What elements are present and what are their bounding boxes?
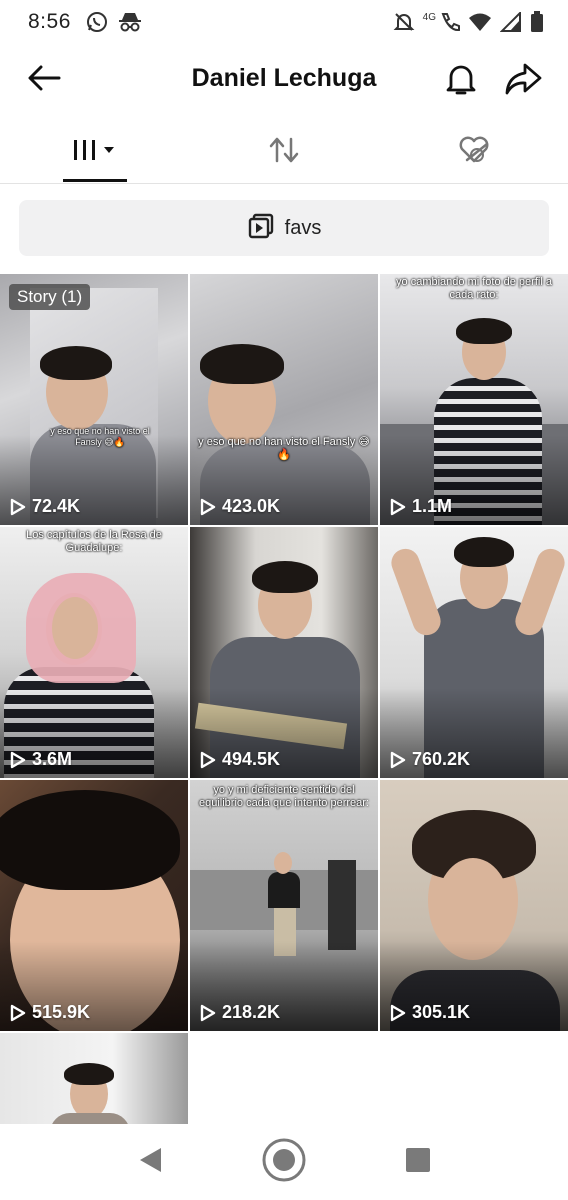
hidden-heart-icon [457,135,491,170]
system-home-button[interactable] [260,1138,308,1186]
notifications-button[interactable] [440,60,482,102]
back-button[interactable] [22,62,66,98]
play-icon [10,498,26,516]
playlist-icon [247,212,275,245]
video-caption: y eso que no han visto el Fansly 😅🔥 [50,426,150,447]
video-tile[interactable]: 515.9K [0,780,188,1031]
triangle-back-icon [137,1146,163,1179]
video-tile[interactable]: y eso que no han visto el Fansly 😅🔥 423.… [190,274,378,525]
video-tile[interactable]: Los capítulos de la Rosa de Guadalupe: 3… [0,527,188,778]
volte-call-icon [438,11,460,33]
square-recents-icon [405,1147,431,1178]
video-caption: y eso que no han visto el Fansly 😅🔥 [198,436,370,461]
signal-icon [500,12,522,32]
video-tile[interactable] [0,1033,188,1124]
video-tile[interactable]: y eso que no han visto el Fansly 😅🔥 Stor… [0,274,188,525]
repost-icon [267,135,301,170]
play-icon [200,498,216,516]
story-badge: Story (1) [9,284,91,310]
whatsapp-icon [85,10,109,34]
tab-videos[interactable] [62,120,128,184]
page-title: Daniel Lechuga [191,64,377,92]
view-count-label: 423.0K [222,496,281,516]
status-time: 8:56 [28,10,71,33]
view-count: 760.2K [390,749,470,770]
play-icon [390,751,406,769]
battery-icon [530,11,544,33]
bell-icon [444,61,478,102]
incognito-icon [117,11,143,33]
playlist-button[interactable]: favs [19,200,549,256]
share-button[interactable] [500,60,546,102]
share-arrow-icon [504,62,542,101]
view-count: 305.1K [390,1002,470,1023]
tab-reposts[interactable] [252,120,316,184]
view-count-label: 3.6M [32,749,73,769]
view-count: 72.4K [10,496,80,517]
view-count-label: 760.2K [412,749,471,769]
video-tile[interactable]: yo cambiando mi foto de perfil a cada ra… [380,274,568,525]
status-bar: 8:56 4G [0,0,568,44]
view-count: 3.6M [10,749,72,770]
play-icon [200,751,216,769]
view-count-label: 494.5K [222,749,281,769]
profile-tabs [0,120,568,184]
view-count-label: 515.9K [32,1002,91,1022]
play-icon [10,1004,26,1022]
view-count-label: 218.2K [222,1002,281,1022]
video-tile[interactable]: 494.5K [190,527,378,778]
view-count: 515.9K [10,1002,90,1023]
play-icon [390,1004,406,1022]
playlist-label: favs [284,216,322,239]
active-tab-indicator [63,179,127,182]
video-caption: Los capítulos de la Rosa de Guadalupe: [26,529,162,554]
wifi-icon [468,12,492,32]
home-circle-icon [261,1137,307,1188]
video-caption: yo cambiando mi foto de perfil a cada ra… [396,276,552,301]
system-recents-button[interactable] [400,1144,436,1180]
grid-lines-dropdown-icon [70,138,120,167]
system-back-button[interactable] [130,1144,170,1180]
back-arrow-icon [27,65,61,96]
system-navigation-bar [0,1124,568,1200]
notifications-muted-icon [393,11,415,33]
view-count: 1.1M [390,496,452,517]
video-tile[interactable]: yo y mi deficiente sentido del equilibri… [190,780,378,1031]
view-count-label: 72.4K [32,496,81,516]
view-count-label: 305.1K [412,1002,471,1022]
tab-liked[interactable] [442,120,506,184]
video-tile[interactable]: 305.1K [380,780,568,1031]
view-count: 218.2K [200,1002,280,1023]
network-label: 4G [422,11,436,23]
view-count: 494.5K [200,749,280,770]
play-icon [200,1004,216,1022]
video-caption: yo y mi deficiente sentido del equilibri… [198,784,369,809]
play-icon [390,498,406,516]
profile-header: Daniel Lechuga [0,52,568,108]
video-tile[interactable]: 760.2K [380,527,568,778]
view-count: 423.0K [200,496,280,517]
play-icon [10,751,26,769]
view-count-label: 1.1M [412,496,453,516]
